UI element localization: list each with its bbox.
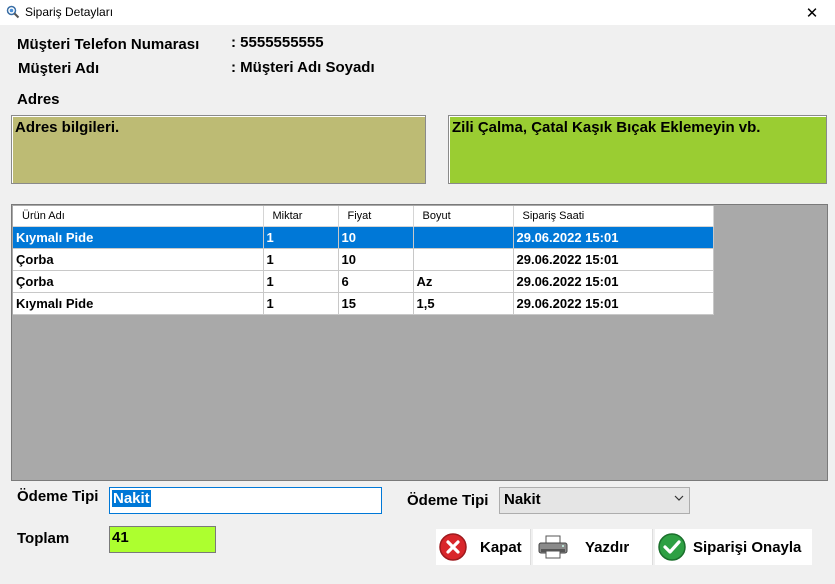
search-globe-icon <box>6 5 20 19</box>
column-header-quantity[interactable]: Miktar <box>263 206 339 227</box>
total-field[interactable]: 41 <box>109 526 216 553</box>
close-button[interactable]: Kapat <box>436 529 531 565</box>
address-textbox[interactable]: Adres bilgileri. <box>11 115 426 184</box>
cell-size[interactable]: Az <box>413 270 514 293</box>
payment-type-value[interactable]: Nakit <box>112 490 151 507</box>
cell-price[interactable]: 15 <box>338 292 414 315</box>
cell-product[interactable]: Çorba <box>13 248 264 271</box>
order-table: Ürün Adı Miktar Fiyat Boyut Sipariş Saat… <box>13 206 714 315</box>
cell-product[interactable]: Kıymalı Pide <box>13 226 264 249</box>
printer-icon[interactable] <box>533 530 573 564</box>
table-header-row: Ürün Adı Miktar Fiyat Boyut Sipariş Saat… <box>13 206 714 227</box>
order-grid[interactable]: Ürün Adı Miktar Fiyat Boyut Sipariş Saat… <box>11 204 828 481</box>
phone-value: : 5555555555 <box>231 34 324 51</box>
address-label: Adres <box>17 91 60 108</box>
payment-type-label: Ödeme Tipi <box>17 488 99 505</box>
cell-quantity[interactable]: 1 <box>263 270 339 293</box>
cell-quantity[interactable]: 1 <box>263 248 339 271</box>
confirm-order-button-label[interactable]: Siparişi Onayla <box>693 539 801 556</box>
total-label: Toplam <box>17 530 70 547</box>
close-button-label[interactable]: Kapat <box>480 539 522 556</box>
cell-price[interactable]: 10 <box>338 248 414 271</box>
table-row[interactable]: Kıymalı Pide 1 15 1,5 29.06.2022 15:01 <box>13 292 714 315</box>
cell-quantity[interactable]: 1 <box>263 292 339 315</box>
print-button[interactable]: Yazdır <box>533 529 653 565</box>
payment-type-input[interactable]: Nakit <box>109 487 382 514</box>
cell-order-time[interactable]: 29.06.2022 15:01 <box>513 226 714 249</box>
cell-price[interactable]: 10 <box>338 226 414 249</box>
payment-type-combo-label: Ödeme Tipi <box>407 492 489 509</box>
print-button-label[interactable]: Yazdır <box>585 539 629 556</box>
payment-type-dropdown-value[interactable]: Nakit <box>504 491 541 508</box>
cell-order-time[interactable]: 29.06.2022 15:01 <box>513 270 714 293</box>
close-window-button[interactable]: ✕ <box>789 0 835 25</box>
phone-label: Müşteri Telefon Numarası <box>17 36 200 53</box>
cell-product[interactable]: Kıymalı Pide <box>13 292 264 315</box>
close-icon[interactable]: ✕ <box>806 4 819 22</box>
table-row[interactable]: Çorba 1 6 Az 29.06.2022 15:01 <box>13 270 714 293</box>
green-check-circle-icon[interactable] <box>655 530 689 564</box>
payment-type-dropdown[interactable]: Nakit <box>499 487 690 514</box>
cell-size[interactable] <box>413 226 514 249</box>
column-header-size[interactable]: Boyut <box>413 206 514 227</box>
customer-name-value: : Müşteri Adı Soyadı <box>231 59 375 76</box>
confirm-order-button[interactable]: Siparişi Onayla <box>655 529 812 565</box>
order-note-textbox[interactable]: Zili Çalma, Çatal Kaşık Bıçak Eklemeyin … <box>448 115 827 184</box>
table-row[interactable]: Çorba 1 10 29.06.2022 15:01 <box>13 248 714 271</box>
red-x-circle-icon[interactable] <box>436 530 470 564</box>
cell-size[interactable] <box>413 248 514 271</box>
cell-product[interactable]: Çorba <box>13 270 264 293</box>
column-header-product[interactable]: Ürün Adı <box>13 206 264 227</box>
chevron-down-icon[interactable] <box>674 493 684 506</box>
cell-quantity[interactable]: 1 <box>263 226 339 249</box>
customer-name-label: Müşteri Adı <box>18 60 100 77</box>
cell-size[interactable]: 1,5 <box>413 292 514 315</box>
cell-price[interactable]: 6 <box>338 270 414 293</box>
table-row[interactable]: Kıymalı Pide 1 10 29.06.2022 15:01 <box>13 226 714 249</box>
window-title: Sipariş Detayları <box>25 5 114 19</box>
column-header-order-time[interactable]: Sipariş Saati <box>513 206 714 227</box>
cell-order-time[interactable]: 29.06.2022 15:01 <box>513 292 714 315</box>
column-header-price[interactable]: Fiyat <box>338 206 414 227</box>
title-bar: Sipariş Detayları ✕ <box>0 0 835 25</box>
cell-order-time[interactable]: 29.06.2022 15:01 <box>513 248 714 271</box>
